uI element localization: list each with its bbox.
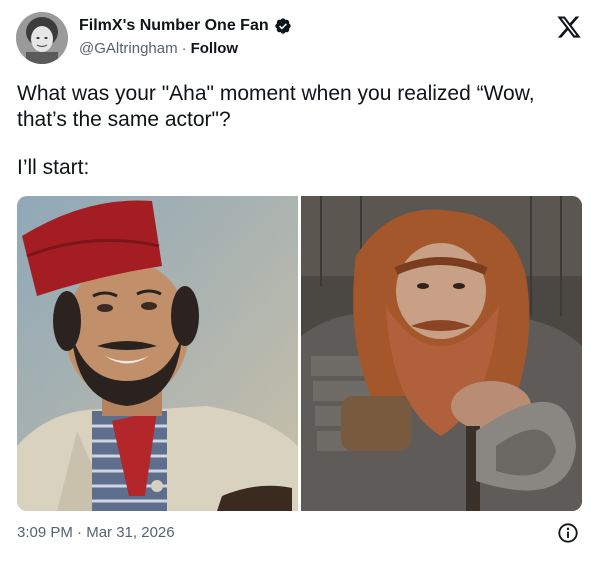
follow-button[interactable]: Follow bbox=[191, 40, 239, 57]
avatar[interactable] bbox=[16, 12, 68, 64]
tweet-text-line1: What was your "Aha" moment when you real… bbox=[17, 82, 535, 131]
verified-badge-icon bbox=[274, 18, 291, 34]
author-handle[interactable]: @GAltringham bbox=[79, 40, 178, 57]
info-icon[interactable] bbox=[557, 522, 579, 544]
media-image-left[interactable] bbox=[17, 196, 298, 511]
x-logo-icon[interactable] bbox=[556, 14, 582, 40]
tweet-time[interactable]: 3:09 PM bbox=[17, 524, 73, 541]
tweet-body: What was your "Aha" moment when you real… bbox=[17, 81, 577, 181]
tweet-media[interactable] bbox=[17, 196, 582, 511]
tweet-footer: 3:09 PM · Mar 31, 2026 bbox=[17, 522, 583, 544]
handle-separator: · bbox=[181, 40, 187, 57]
footer-separator: · bbox=[77, 524, 83, 541]
author-display-name[interactable]: FilmX's Number One Fan bbox=[79, 16, 269, 36]
media-image-right[interactable] bbox=[301, 196, 582, 511]
tweet-header: FilmX's Number One Fan @GAltringham · Foll… bbox=[16, 12, 584, 68]
tweet-date[interactable]: Mar 31, 2026 bbox=[86, 524, 174, 541]
tweet-text-line2: I’ll start: bbox=[17, 156, 90, 179]
